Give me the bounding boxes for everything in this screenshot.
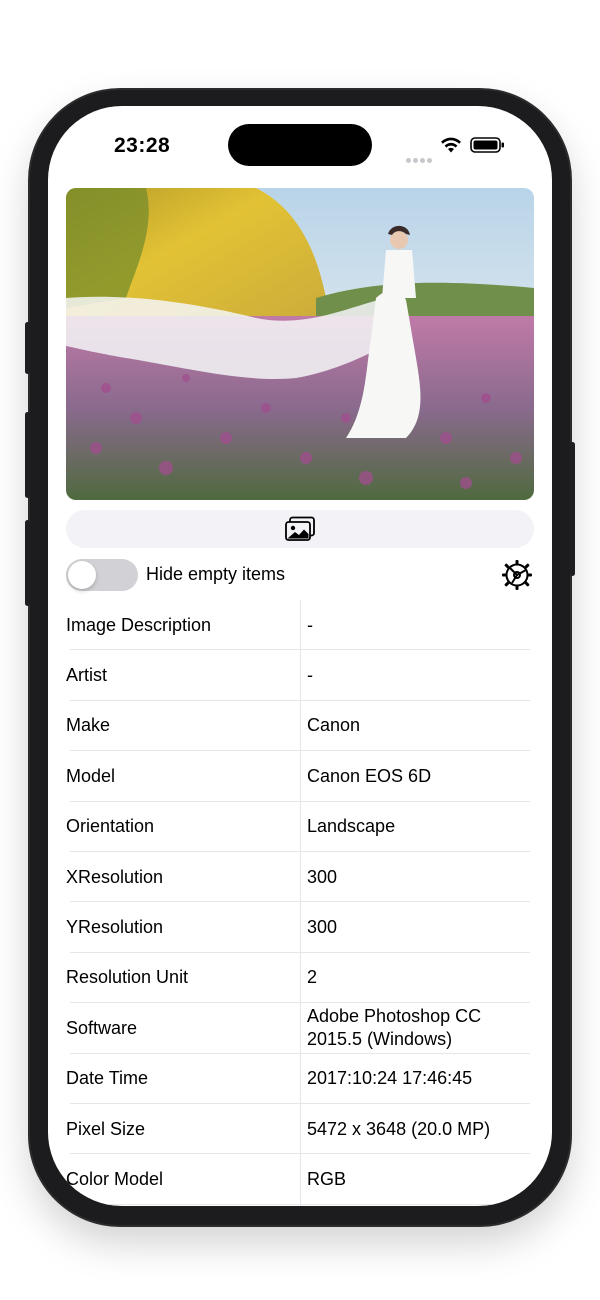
status-time: 23:28 [114,134,171,157]
table-row: Image Description - [66,600,530,651]
selected-photo [66,188,534,500]
volume-down-button [25,520,30,606]
exif-value: 2 [307,967,318,988]
exif-key: YResolution [66,917,164,938]
power-button [570,442,575,576]
exif-value: - [307,665,313,686]
exif-table: Image Description - Artist - Make Canon Model C… [66,600,530,1205]
exif-key: Orientation [66,816,155,837]
exif-value: RGB [307,1168,347,1189]
exif-value: 300 [307,866,338,887]
exif-value: Adobe Photoshop CC 2015.5 (Windows) [307,1006,482,1050]
battery-icon [470,137,504,153]
table-row: YResolution 300 [66,902,530,953]
exif-key: Make [66,715,111,736]
pick-photo-button[interactable] [66,510,534,548]
table-row: Resolution Unit 2 [66,953,530,1004]
table-row: Artist - [66,650,530,701]
exif-value: 2017:10:24 17:46:45 [307,1068,473,1089]
hide-empty-label: Hide empty items [146,564,286,584]
exif-value: 5472 x 3648 (20.0 MP) [307,1118,491,1139]
exif-value: Canon [307,715,361,736]
exif-value: Landscape [307,816,396,837]
exif-key: Artist [66,665,108,686]
exif-key: Resolution Unit [66,967,189,988]
gear-icon[interactable] [500,558,534,592]
status-bar: 23:28 [48,106,552,186]
screen: 23:28 Hide empty items Image Description… [48,106,552,1206]
exif-value: 300 [307,917,338,938]
table-row: Orientation Landscape [66,802,530,852]
exif-key: XResolution [66,866,164,887]
exif-key: Image Description [66,614,212,635]
exif-value: Canon EOS 6D [307,765,432,786]
hide-empty-toggle[interactable] [66,559,138,591]
table-row: Model Canon EOS 6D [66,751,530,802]
row-separator [70,1203,530,1205]
table-row: Software Adobe Photoshop CC 2015.5 (Windo… [66,1003,530,1054]
mute-switch [25,322,30,374]
exif-key: Model [66,765,116,786]
table-row: XResolution 300 [66,852,530,903]
table-row: Make Canon [66,701,530,752]
cellular-signal-icon [406,150,434,168]
hide-empty-row: Hide empty items [66,558,534,594]
table-row: Pixel Size 5472 x 3648 (20.0 MP) [66,1104,530,1155]
photo-library-icon [285,516,315,541]
volume-up-button [25,412,30,498]
exif-key: Pixel Size [66,1118,146,1139]
exif-key: Color Model [66,1168,164,1189]
dynamic-island [228,124,372,166]
exif-value: - [307,614,313,635]
wifi-icon [441,137,461,153]
table-row: Color Model RGB [66,1154,530,1205]
exif-key: Software [66,1017,138,1038]
table-row: Date Time 2017:10:24 17:46:45 [66,1054,530,1104]
exif-key: Date Time [66,1068,149,1089]
toggle-knob [68,561,96,589]
